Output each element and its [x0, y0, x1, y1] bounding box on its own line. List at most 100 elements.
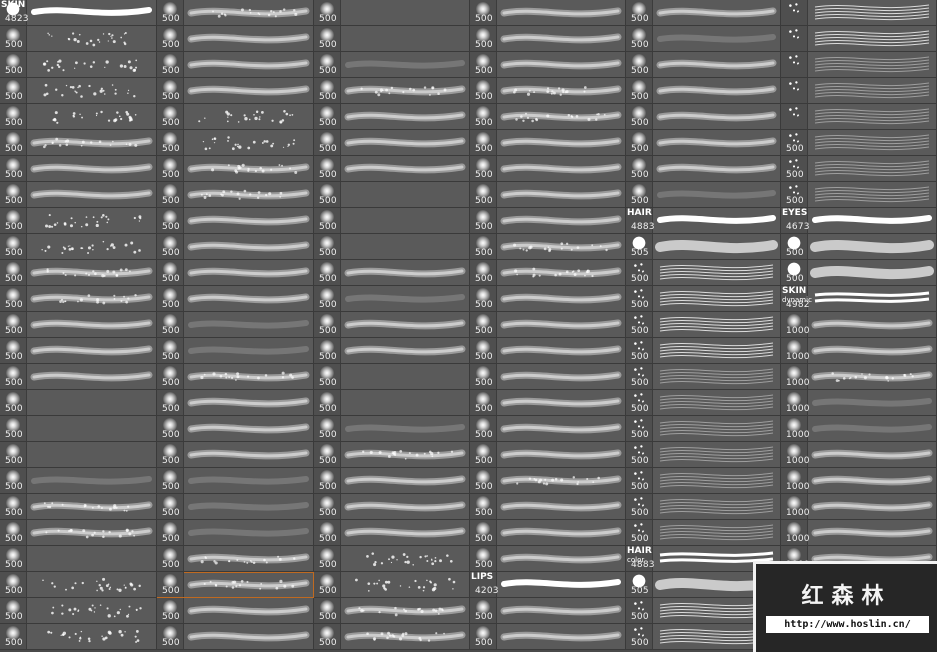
brush-preset[interactable]: 500: [0, 52, 157, 78]
brush-preset[interactable]: 500: [781, 130, 937, 156]
brush-preset[interactable]: 500: [314, 494, 470, 520]
brush-preset[interactable]: 1000: [781, 364, 937, 390]
brush-preset[interactable]: 500: [314, 0, 470, 26]
brush-preset[interactable]: 500: [470, 468, 626, 494]
brush-preset[interactable]: 500: [157, 364, 314, 390]
brush-preset[interactable]: 500: [157, 390, 314, 416]
brush-preset[interactable]: SKIN 4823: [0, 0, 157, 26]
brush-preset[interactable]: LIPS 4203: [470, 572, 626, 598]
brush-preset[interactable]: 500: [314, 312, 470, 338]
brush-preset[interactable]: 500: [0, 234, 157, 260]
brush-preset[interactable]: 500: [0, 104, 157, 130]
brush-preset[interactable]: 500: [0, 598, 157, 624]
brush-preset[interactable]: 500: [157, 312, 314, 338]
brush-preset[interactable]: 500: [157, 130, 314, 156]
brush-preset[interactable]: 500: [0, 286, 157, 312]
brush-preset[interactable]: 500: [0, 208, 157, 234]
brush-preset[interactable]: 500: [626, 468, 781, 494]
brush-preset[interactable]: 500: [626, 390, 781, 416]
brush-preset[interactable]: 500: [0, 26, 157, 52]
brush-preset[interactable]: 1000: [781, 494, 937, 520]
brush-preset[interactable]: [781, 104, 937, 130]
brush-preset[interactable]: 500: [470, 104, 626, 130]
brush-preset[interactable]: [781, 0, 937, 26]
brush-preset[interactable]: 500: [781, 156, 937, 182]
brush-preset[interactable]: 500: [314, 338, 470, 364]
brush-preset[interactable]: 500: [314, 208, 470, 234]
brush-preset[interactable]: 500: [470, 598, 626, 624]
brush-preset[interactable]: 500: [0, 572, 157, 598]
brush-preset[interactable]: 500: [626, 286, 781, 312]
brush-preset[interactable]: 500: [470, 52, 626, 78]
brush-preset[interactable]: 500: [470, 390, 626, 416]
brush-preset[interactable]: 500: [314, 442, 470, 468]
brush-preset[interactable]: 500: [470, 182, 626, 208]
brush-preset[interactable]: 1000: [781, 390, 937, 416]
brush-preset[interactable]: 500: [314, 416, 470, 442]
brush-preset[interactable]: 500: [470, 520, 626, 546]
brush-preset[interactable]: 500: [470, 416, 626, 442]
brush-preset[interactable]: 500: [314, 598, 470, 624]
brush-preset[interactable]: 500: [470, 338, 626, 364]
brush-preset[interactable]: 500: [314, 234, 470, 260]
brush-preset[interactable]: 500: [470, 546, 626, 572]
brush-preset[interactable]: 500: [0, 546, 157, 572]
brush-preset[interactable]: 500: [470, 260, 626, 286]
brush-preset[interactable]: 500: [314, 286, 470, 312]
brush-preset[interactable]: 500: [626, 26, 781, 52]
brush-preset[interactable]: 500: [0, 78, 157, 104]
brush-preset[interactable]: 500: [314, 156, 470, 182]
brush-preset[interactable]: 500: [626, 0, 781, 26]
brush-preset[interactable]: 500: [626, 260, 781, 286]
brush-preset[interactable]: 500: [781, 182, 937, 208]
brush-preset[interactable]: 500: [626, 364, 781, 390]
brush-preset[interactable]: 500: [626, 182, 781, 208]
brush-preset[interactable]: 500: [314, 130, 470, 156]
brush-preset[interactable]: 1000: [781, 312, 937, 338]
brush-preset[interactable]: 500: [626, 130, 781, 156]
brush-preset[interactable]: 500: [0, 624, 157, 650]
brush-preset[interactable]: 500: [314, 468, 470, 494]
brush-preset[interactable]: 1000: [781, 442, 937, 468]
brush-preset[interactable]: 500: [314, 26, 470, 52]
brush-preset[interactable]: 500: [0, 468, 157, 494]
brush-preset[interactable]: 500: [314, 520, 470, 546]
brush-preset[interactable]: 500: [157, 520, 314, 546]
brush-preset[interactable]: 500: [157, 624, 314, 650]
brush-preset[interactable]: 500: [470, 624, 626, 650]
brush-preset[interactable]: 1000: [781, 520, 937, 546]
brush-preset[interactable]: 500: [157, 286, 314, 312]
brush-preset[interactable]: 500: [0, 364, 157, 390]
brush-preset[interactable]: 500: [157, 182, 314, 208]
brush-preset[interactable]: 500: [626, 338, 781, 364]
brush-preset[interactable]: 500: [314, 104, 470, 130]
brush-preset[interactable]: 500: [626, 104, 781, 130]
brush-preset[interactable]: 500: [0, 312, 157, 338]
brush-preset[interactable]: 500: [157, 0, 314, 26]
brush-preset[interactable]: 500: [626, 442, 781, 468]
brush-preset[interactable]: 500: [470, 442, 626, 468]
brush-preset[interactable]: 500: [0, 260, 157, 286]
brush-preset[interactable]: 500: [314, 260, 470, 286]
brush-preset[interactable]: 500: [314, 364, 470, 390]
brush-preset[interactable]: 500: [626, 416, 781, 442]
brush-preset[interactable]: 500: [626, 52, 781, 78]
brush-preset[interactable]: 500: [470, 26, 626, 52]
brush-preset[interactable]: 500: [157, 260, 314, 286]
brush-preset[interactable]: 500: [470, 78, 626, 104]
brush-preset[interactable]: 1000: [781, 468, 937, 494]
brush-preset[interactable]: 500: [781, 260, 937, 286]
brush-preset[interactable]: 500: [626, 494, 781, 520]
brush-preset[interactable]: [781, 26, 937, 52]
brush-preset[interactable]: 500: [314, 78, 470, 104]
brush-preset[interactable]: 500: [314, 572, 470, 598]
brush-preset[interactable]: 500: [157, 416, 314, 442]
brush-preset[interactable]: 500: [626, 520, 781, 546]
brush-preset[interactable]: 500: [314, 182, 470, 208]
brush-preset[interactable]: 500: [0, 390, 157, 416]
brush-preset[interactable]: 500: [470, 494, 626, 520]
brush-preset[interactable]: 500: [157, 156, 314, 182]
brush-preset[interactable]: 500: [0, 182, 157, 208]
brush-preset[interactable]: 505: [626, 234, 781, 260]
brush-preset[interactable]: 500: [157, 442, 314, 468]
